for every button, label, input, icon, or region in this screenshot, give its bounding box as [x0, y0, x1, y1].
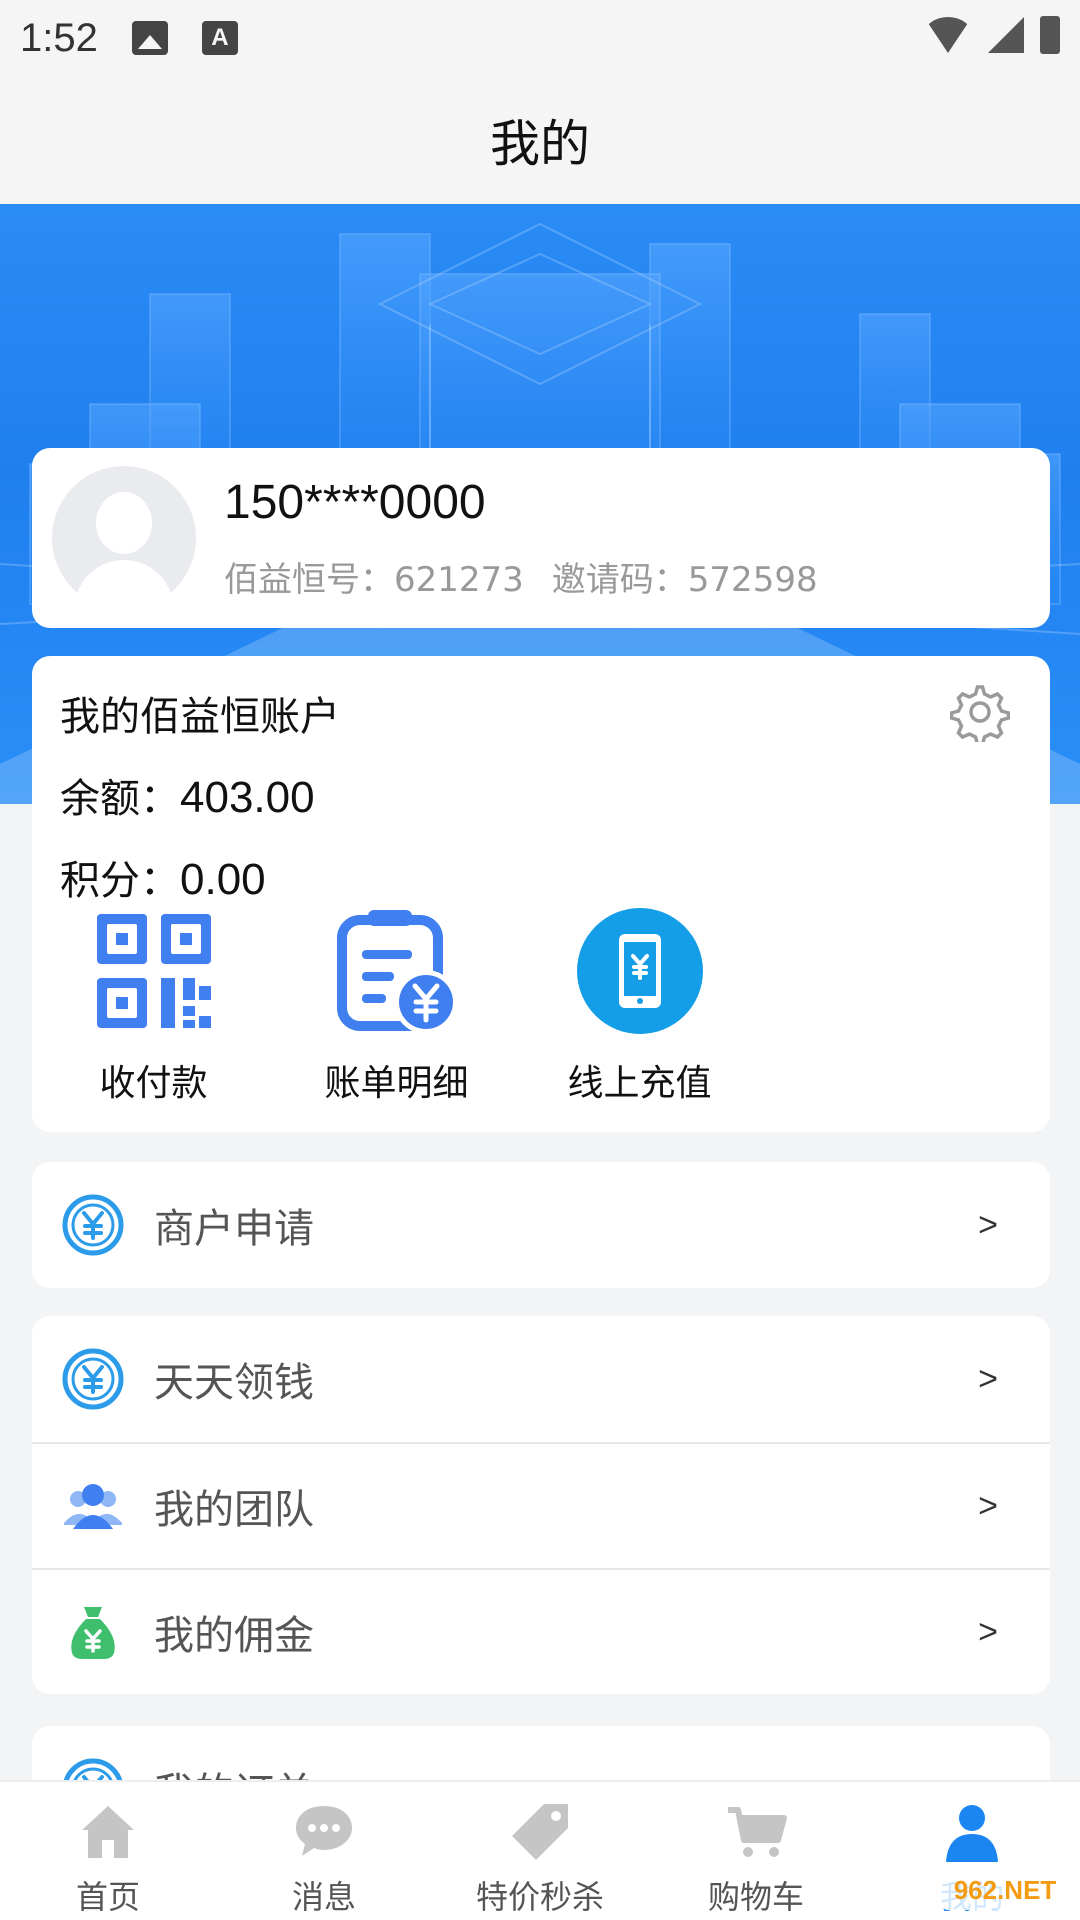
yuan-circle-icon [62, 1194, 124, 1256]
cell-signal-icon [988, 17, 1024, 53]
page-title: 我的 [490, 115, 590, 173]
account-title: 我的佰益恒账户 [60, 694, 340, 740]
chevron-right-icon: > [978, 1359, 998, 1398]
message-icon [296, 1806, 352, 1856]
tab-flash-sale-label: 特价秒杀 [475, 1878, 604, 1916]
qr-code-icon [96, 914, 211, 1028]
status-bar: 1:52 A [0, 0, 1080, 76]
menu-label-daily-money: 天天领钱 [154, 1360, 314, 1406]
yuan-circle-icon [62, 1348, 124, 1410]
points-row: 积分：0.00 [60, 848, 1022, 906]
status-time: 1:52 [20, 15, 98, 60]
balance-label: 余额： [60, 776, 180, 822]
profile-card[interactable]: 150****0000 佰益恒号：621273 邀请码：572598 [32, 448, 1050, 628]
watermark-logo: 962.NET [940, 1870, 1070, 1910]
settings-gear-icon[interactable] [950, 682, 1010, 742]
account-card: 我的佰益恒账户 余额：403.00 积分：0.00 收付款 账单明细 线上充值 [32, 656, 1050, 1132]
tab-home-label: 首页 [75, 1878, 140, 1916]
action-bill-detail[interactable]: 账单明细 [275, 906, 518, 1106]
battery-icon [1040, 16, 1060, 54]
action-pay-receive[interactable]: 收付款 [32, 906, 275, 1106]
account-actions: 收付款 账单明细 线上充值 [32, 906, 761, 1106]
phone-recharge-icon [576, 908, 703, 1034]
action-pay-receive-label: 收付款 [99, 1063, 208, 1104]
tab-messages[interactable]: 消息 [216, 1782, 432, 1920]
page-header: 我的 [0, 76, 1080, 204]
chevron-right-icon: > [978, 1205, 998, 1244]
chevron-right-icon: > [978, 1612, 998, 1651]
bottom-tab-bar: 首页 消息 特价秒杀 购物车 我的 962.NET [0, 1780, 1080, 1920]
menu-item-merchant-application[interactable]: 商户申请 > [32, 1162, 1050, 1288]
points-label: 积分： [60, 858, 180, 904]
bill-detail-icon [336, 910, 458, 1034]
tab-cart-label: 购物车 [707, 1878, 804, 1916]
user-ids: 佰益恒号：621273 邀请码：572598 [224, 552, 818, 601]
invite-code: 邀请码：572598 [551, 560, 818, 600]
action-bill-detail-label: 账单明细 [324, 1063, 469, 1104]
menu-item-my-team[interactable]: 我的团队 > [32, 1442, 1050, 1568]
tab-flash-sale[interactable]: 特价秒杀 [432, 1782, 648, 1920]
status-indicators [924, 16, 1060, 54]
tab-messages-label: 消息 [291, 1878, 356, 1916]
tag-icon [512, 1804, 568, 1860]
money-bag-icon [71, 1607, 115, 1659]
menu-label-merchant: 商户申请 [154, 1206, 314, 1252]
wifi-icon [924, 17, 972, 53]
chevron-right-icon: > [978, 1486, 998, 1525]
balance-value: 403.00 [180, 773, 315, 822]
action-online-recharge-label: 线上充值 [567, 1063, 712, 1104]
menu-label-my-team: 我的团队 [154, 1487, 314, 1533]
user-phone: 150****0000 [224, 476, 486, 529]
menu-item-my-commission[interactable]: 我的佣金 > [32, 1568, 1050, 1694]
menu-label-my-commission: 我的佣金 [154, 1613, 314, 1659]
keyboard-notification-icon: A [201, 21, 238, 55]
profile-info: 150****0000 佰益恒号：621273 邀请码：572598 [224, 475, 818, 601]
image-notification-icon [131, 21, 168, 55]
tab-cart[interactable]: 购物车 [648, 1782, 864, 1920]
tab-home[interactable]: 首页 [0, 1782, 216, 1920]
user-icon [946, 1805, 998, 1862]
menu-group-merchant: 商户申请 > [32, 1162, 1050, 1288]
menu-group-earnings: 天天领钱 > 我的团队 > 我的佣金 > [32, 1316, 1050, 1694]
home-icon [82, 1806, 134, 1858]
points-value: 0.00 [180, 855, 266, 904]
action-online-recharge[interactable]: 线上充值 [518, 906, 761, 1106]
balance-row: 余额：403.00 [60, 766, 1022, 824]
user-id: 佰益恒号：621273 [224, 560, 524, 600]
team-icon [64, 1484, 122, 1529]
cart-icon [728, 1807, 787, 1857]
menu-item-daily-money[interactable]: 天天领钱 > [32, 1316, 1050, 1442]
avatar[interactable] [52, 466, 196, 610]
